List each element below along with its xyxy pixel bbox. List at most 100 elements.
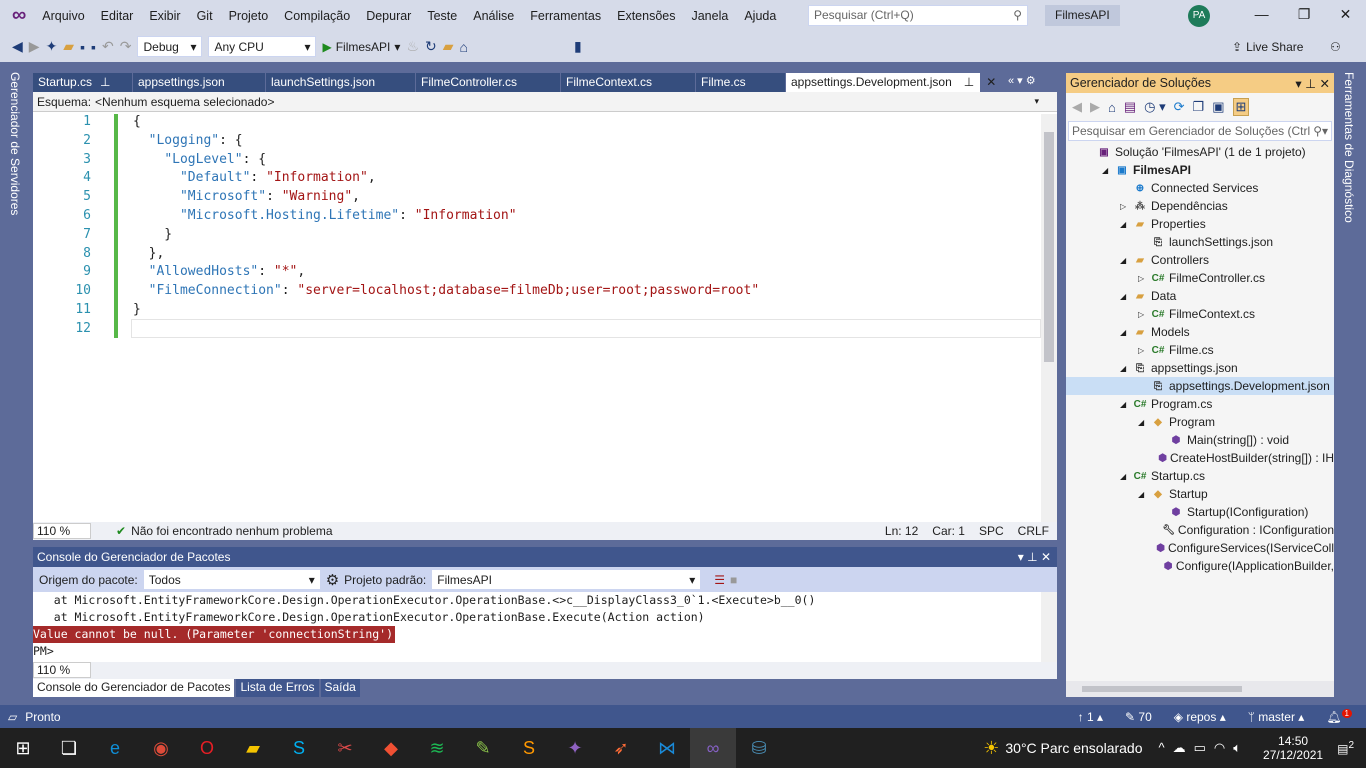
taskbar-app-sublime[interactable]: S [506,728,552,768]
back-icon[interactable]: ◀ [1072,99,1082,115]
menu-9[interactable]: Ferramentas [522,9,609,23]
pin-icon[interactable]: ⊥ [964,75,974,90]
taskbar-app-mysql-workbench[interactable]: ⛁ [736,728,782,768]
forward-icon[interactable]: ▶ [29,38,40,55]
expand-icon[interactable]: ◢ [1120,328,1132,337]
home-icon[interactable]: ⌂ [1108,100,1116,115]
collapse-all-icon[interactable]: ❐ [1193,99,1205,115]
tab-appsettings-development-json[interactable]: appsettings.Development.json ⊥ ✕ [786,73,996,92]
tree-item[interactable]: ◢ ▰ Controllers [1066,251,1334,269]
push-status[interactable]: ↑ 1 ▴ [1078,710,1103,724]
tree-item[interactable]: ⬢ CreateHostBuilder(string[]) : IH [1066,449,1334,467]
vertical-scrollbar[interactable] [1041,114,1057,522]
close-tab-icon[interactable]: ✕ [986,75,996,90]
tab-filmecontroller-cs[interactable]: FilmeController.cs [416,73,561,92]
expand-icon[interactable]: ▷ [1138,346,1150,355]
tree-item[interactable]: ⎘ appsettings.Development.json [1066,377,1334,395]
menu-12[interactable]: Ajuda [736,9,784,23]
expand-icon[interactable]: ▷ [1138,274,1150,283]
notifications-icon[interactable]: 🔔︎ 1 [1326,709,1352,724]
tray-icons[interactable]: ^☁▭◠🔈︎ [1159,740,1250,756]
tree-item[interactable]: ⎘ launchSettings.json [1066,233,1334,251]
tree-item[interactable]: ◢ ▣ FilmesAPI [1066,161,1334,179]
tree-item[interactable]: ◢ ◆ Program [1066,413,1334,431]
pending-changes-icon[interactable]: ◷ ▾ [1144,99,1165,115]
save-icon[interactable]: ▪ [80,39,85,55]
stop-icon[interactable]: ■ [730,573,737,587]
show-all-files-icon[interactable]: ▣ [1212,99,1224,115]
tree-item[interactable]: ◢ C# Startup.cs [1066,467,1334,485]
schema-select[interactable]: <Nenhum esquema selecionado> [95,95,1034,109]
clear-console-icon[interactable]: ☰ [714,573,725,587]
package-source-select[interactable]: Todos ▾ [142,569,321,590]
bottom-tab-2[interactable]: Saída [320,679,360,697]
home-icon[interactable]: ⌂ [460,39,468,55]
menu-3[interactable]: Git [189,9,221,23]
search-input[interactable]: Pesquisar (Ctrl+Q) ⚲ [808,5,1028,26]
live-share-button[interactable]: ⇪ Live Share [1232,40,1303,54]
default-project-select[interactable]: FilmesAPI ▾ [431,569,702,590]
server-explorer-tab[interactable]: Gerenciador de Servidores [8,72,22,215]
expand-icon[interactable]: ◢ [1120,256,1132,265]
tree-item[interactable]: ◢ ▰ Models [1066,323,1334,341]
redo-icon[interactable]: ↷ [120,38,132,55]
tree-item[interactable]: ▷ C# Filme.cs [1066,341,1334,359]
new-project-icon[interactable]: ✦ [46,38,58,55]
menu-6[interactable]: Depurar [358,9,419,23]
expand-icon[interactable]: ◢ [1120,400,1132,409]
taskbar-app-postman[interactable]: ➶ [598,728,644,768]
menu-1[interactable]: Editar [93,9,142,23]
expand-icon[interactable]: ◢ [1138,418,1150,427]
platform-select[interactable]: Any CPU ▾ [208,36,317,57]
tree-item[interactable]: ⬢ Configure(IApplicationBuilder, [1066,557,1334,575]
expand-icon[interactable]: ◢ [1138,490,1150,499]
vs-logo-icon[interactable]: ∞ [0,4,34,27]
taskbar-app-opera[interactable]: O [184,728,230,768]
open-icon[interactable]: ▰ [63,38,74,55]
menu-4[interactable]: Projeto [221,9,277,23]
action-center-button[interactable]: ▤2 [1337,740,1354,756]
feedback-icon[interactable]: ⚇ [1330,40,1341,54]
tree-item[interactable]: ⬢ ConfigureServices(IServiceColl [1066,539,1334,557]
menu-5[interactable]: Compilação [276,9,358,23]
branch-status[interactable]: ᛘ master ▴ [1248,710,1305,724]
bottom-tab-0[interactable]: Console do Gerenciador de Pacotes [33,679,235,697]
run-button[interactable]: ▶ FilmesAPI ▾ [322,40,400,54]
save-all-icon[interactable]: ▪ [91,39,96,55]
menu-7[interactable]: Teste [419,9,465,23]
menu-0[interactable]: Arquivo [34,9,92,23]
tree-item[interactable]: ⬢ Startup(IConfiguration) [1066,503,1334,521]
taskbar-app-snipping[interactable]: ✂ [322,728,368,768]
expand-icon[interactable]: ◢ [1120,364,1132,373]
back-icon[interactable]: ◀ [12,38,23,55]
taskbar-app-sourcetree[interactable]: ✦ [552,728,598,768]
tab-appsettings-json[interactable]: appsettings.json [133,73,266,92]
tree-item[interactable]: ◢ ⎘ appsettings.json [1066,359,1334,377]
start-button[interactable]: ⊞ [0,728,46,768]
menu-10[interactable]: Extensões [609,9,683,23]
bottom-tab-1[interactable]: Lista de Erros [236,679,319,697]
chevron-down-icon[interactable]: ▾ [1034,96,1039,107]
expand-icon[interactable]: ◢ [1120,472,1132,481]
undo-icon[interactable]: ↶ [102,38,114,55]
find-in-files-icon[interactable]: ▰ [443,38,454,55]
tab-startup-cs[interactable]: Startup.cs ⊥ [33,73,133,92]
tree-item[interactable]: ⊕ Connected Services [1066,179,1334,197]
pmc-zoom-select[interactable]: 110 % [33,662,91,678]
tab-filme-cs[interactable]: Filme.cs [696,73,786,92]
pin-icon[interactable]: ⊥ [100,75,110,89]
bookmark-icon[interactable]: ▮ [574,38,582,55]
sync-icon[interactable]: ⟳ [1174,99,1185,115]
code-text[interactable]: { "Logging": { "LogLevel": { "Default": … [133,113,759,339]
tree-item[interactable]: ◢ ▰ Data [1066,287,1334,305]
expand-icon[interactable]: ◢ [1120,292,1132,301]
hot-reload-icon[interactable]: ♨ [406,38,419,55]
taskbar-app-skype[interactable]: S [276,728,322,768]
sync-active-document-icon[interactable]: ⊞ [1232,98,1250,116]
task-view-button[interactable]: ❏ [46,728,92,768]
forward-icon[interactable]: ▶ [1090,99,1100,115]
tab-launchsettings-json[interactable]: launchSettings.json [266,73,416,92]
pmc-scrollbar[interactable] [1041,592,1057,662]
maximize-button[interactable]: ❐ [1298,6,1311,23]
changes-status[interactable]: ✎ 70 [1125,710,1152,724]
